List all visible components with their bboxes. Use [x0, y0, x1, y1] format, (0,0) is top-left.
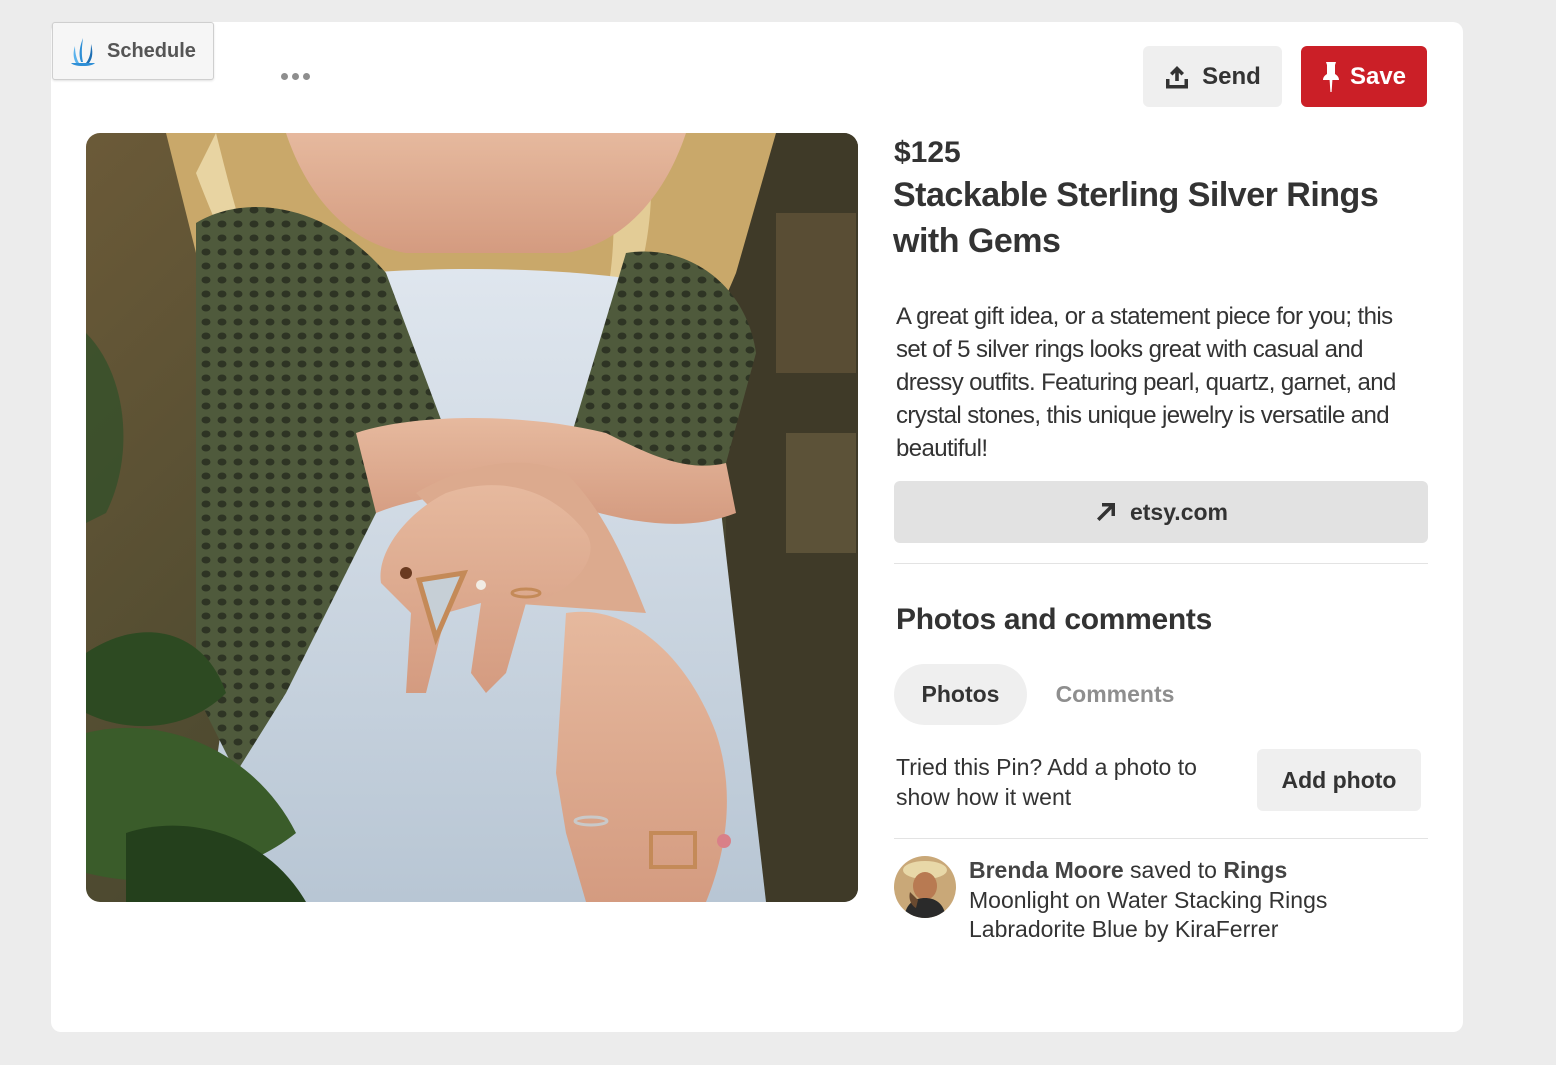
avatar[interactable] [894, 856, 956, 918]
pin-photo [86, 133, 858, 902]
more-icon[interactable] [276, 63, 314, 89]
visit-site-button[interactable]: etsy.com [894, 481, 1428, 543]
divider [894, 838, 1428, 839]
activity-user[interactable]: Brenda Moore [969, 857, 1124, 883]
save-label: Save [1349, 62, 1407, 90]
add-photo-prompt: Tried this Pin? Add a photo to show how … [896, 754, 1197, 810]
arrow-up-right-icon [1096, 503, 1115, 521]
link-label: etsy.com [1129, 498, 1228, 525]
activity-text: Brenda Moore saved to Rings Moonlight on… [969, 856, 1419, 945]
photos-comments-heading: Photos and comments [896, 603, 1213, 636]
tab-photos[interactable]: Photos [894, 664, 1027, 725]
activity-item[interactable]: Moonlight on Water Stacking Rings Labrad… [969, 887, 1327, 943]
schedule-button[interactable]: Schedule [52, 22, 214, 80]
schedule-label: Schedule [107, 39, 196, 62]
schedule-logo-icon [71, 38, 95, 66]
save-button[interactable]: Save [1301, 46, 1427, 107]
pin-price: $125 [894, 136, 961, 169]
pin-image[interactable] [86, 133, 858, 902]
pin-title: Stackable Sterling Silver Rings with Gem… [893, 176, 1379, 260]
add-photo-button[interactable]: Add photo [1257, 749, 1421, 811]
tab-comments[interactable]: Comments [1040, 664, 1190, 725]
send-label: Send [1202, 62, 1261, 90]
divider [894, 563, 1428, 564]
send-button[interactable]: Send [1143, 46, 1282, 107]
pin-description: A great gift idea, or a statement piece … [896, 303, 1396, 462]
pushpin-icon [1322, 61, 1339, 92]
activity-action: saved to [1123, 857, 1224, 883]
activity-board[interactable]: Rings [1223, 857, 1287, 883]
share-upload-icon [1166, 65, 1189, 88]
